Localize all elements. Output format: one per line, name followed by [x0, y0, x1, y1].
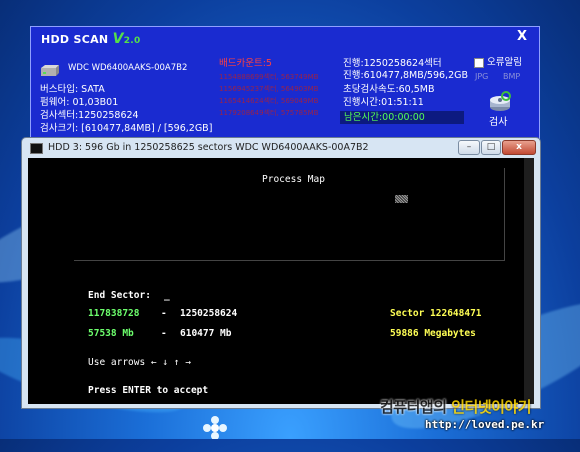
bad-count: 배드카운트:5 [219, 58, 272, 69]
start-orb-icon [203, 416, 227, 439]
bad-list-item: 1165414624섹터, 569049MB [219, 97, 319, 105]
enter-hint: Press ENTER to accept [88, 385, 209, 396]
scan-size: 검사크기: [610477,84MB] / [596,2GB] [40, 123, 213, 134]
progress-size: 진행:610477,8MB/596,2GB [343, 70, 468, 81]
remaining-time: 남은시간:00:00:00 [344, 112, 425, 123]
app-title-text: HDD SCAN [41, 33, 109, 46]
process-map-block [395, 195, 408, 203]
console-body[interactable]: Process Map End Sector: _ 117838728 - 12… [28, 158, 534, 404]
console-window: HDD 3: 596 Gb in 1250258625 sectors WDC … [21, 137, 541, 409]
error-alarm-label: 오류알림 [487, 57, 522, 68]
hard-drive-icon [41, 65, 59, 76]
watermark-url: http://loved.pe.kr [425, 418, 545, 431]
hdd-scan-window: HDD SCAN V2.0 X WDC WD6400AAKS-00A7B2 버스… [30, 26, 540, 141]
arrows-hint: Use arrows ← ↓ ↑ → [88, 357, 191, 368]
scan-drive-icon [490, 91, 511, 111]
drive-model: WDC WD6400AAKS-00A7B2 [68, 63, 188, 73]
console-title: HDD 3: 596 Gb in 1250258625 sectors WDC … [48, 142, 369, 153]
range-end-mb: 610477 Mb [180, 328, 232, 339]
console-close-button[interactable]: x [502, 140, 536, 155]
range-start-sector: 117838728 [88, 308, 140, 319]
maximize-button[interactable]: □ [481, 140, 501, 155]
error-alarm-checkbox[interactable] [474, 58, 484, 68]
end-sector-label: End Sector: [88, 290, 151, 301]
text-cursor: _ [164, 290, 170, 301]
minimize-button[interactable]: – [458, 140, 480, 155]
app-version: 2.0 [123, 36, 141, 46]
bad-list-item: 1154888699섹터, 563749MB [219, 73, 319, 81]
bad-list-item: 1179208649섹터, 575785MB [219, 109, 319, 117]
scan-button[interactable]: 검사 [479, 89, 519, 133]
process-map-header: Process Map [262, 174, 325, 185]
jpg-option[interactable]: JPG [475, 71, 488, 83]
progress-sectors: 진행:1250258624섹터 [343, 58, 442, 69]
sector-info: Sector 122648471 [390, 308, 482, 319]
elapsed-time: 진행시간:01:51:11 [343, 97, 424, 108]
bmp-option[interactable]: BMP [503, 71, 520, 83]
range-dash: - [161, 308, 167, 319]
scan-sectors: 검사섹터:1250258624 [40, 110, 139, 121]
scan-button-label: 검사 [489, 117, 508, 128]
range-start-mb: 57538 Mb [88, 328, 134, 339]
app-title-v: V [112, 31, 124, 47]
watermark-title-b: 인터넷이야기 [451, 398, 532, 416]
megabytes-info: 59886 Megabytes [390, 328, 476, 339]
app-title: HDD SCAN V2.0 [41, 31, 141, 47]
hdd-scan-titlebar[interactable]: HDD SCAN V2.0 X [31, 27, 539, 49]
bad-list-item: 1156945237섹터, 564903MB [219, 85, 319, 93]
watermark-title-a: 컴퓨터앱의 [380, 398, 452, 416]
close-button[interactable]: X [517, 29, 527, 44]
scan-speed: 초당검사속도:60,5MB [343, 84, 435, 95]
mb-dash: - [161, 328, 167, 339]
console-scrollbar[interactable] [524, 158, 534, 404]
bus-type: 버스타입: SATA [40, 84, 105, 95]
range-end-sector: 1250258624 [180, 308, 238, 319]
watermark-title: 컴퓨터앱의 인터넷이야기 [380, 396, 532, 417]
console-app-icon [30, 143, 43, 154]
firmware: 펌웨어: 01,03B01 [40, 97, 119, 108]
